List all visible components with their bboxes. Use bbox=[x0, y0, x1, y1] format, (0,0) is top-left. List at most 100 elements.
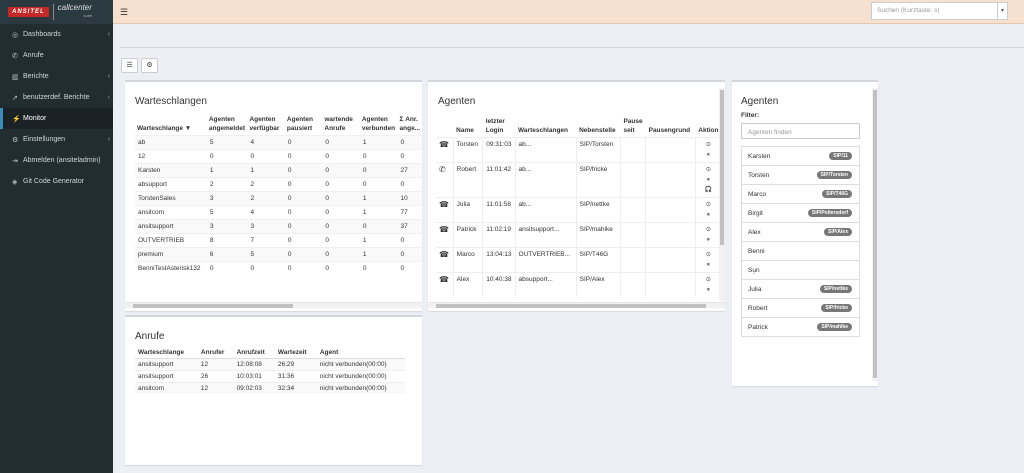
search-input[interactable]: Suchen (Kurztaste: s) ▾ bbox=[871, 2, 1008, 20]
agent-pause-since bbox=[620, 161, 647, 197]
table-cell: 0 bbox=[397, 134, 422, 149]
filter-sort-icon[interactable]: ▼ bbox=[183, 125, 191, 132]
column-header[interactable]: Warteschlange bbox=[135, 347, 198, 359]
sidebar-item-label: Abmelden (ansiteladmin) bbox=[23, 157, 101, 164]
table-row[interactable]: ansitcom 12 09:02:03 32:34 nicht verbunden(0… bbox=[135, 382, 405, 394]
monitor-icon[interactable]: ⊙ bbox=[699, 225, 718, 235]
column-header[interactable]: Agenten pausiert bbox=[285, 111, 322, 135]
agent-extension: SIP/fricke bbox=[576, 161, 621, 197]
agent-row[interactable]: ☎ Marco 13:04:13 OUTVERTRIEB... SIP/T46G ⊙ ⏸ bbox=[436, 246, 723, 272]
table-row[interactable]: ansitsupport 12 12:08:08 26:29 nicht verbund… bbox=[135, 358, 405, 371]
pause-icon[interactable]: ⏸ bbox=[699, 150, 718, 160]
sidebar-item-abmelden-ansiteladmin[interactable]: ⇥ Abmelden (ansiteladmin) bbox=[0, 150, 113, 171]
agent-filter-input[interactable]: Agenten finden bbox=[741, 123, 860, 139]
column-header[interactable] bbox=[436, 111, 453, 137]
list-icon: ☰ bbox=[126, 62, 133, 69]
table-cell: 12 bbox=[197, 382, 234, 394]
table-row[interactable]: Karsten 1 1 0 0 0 27 bbox=[135, 162, 422, 177]
agent-row[interactable]: ☎ Torsten 09:31:03 ab... SIP/Torsten ⊙ ⏸ bbox=[436, 136, 723, 162]
table-row[interactable]: ansitsupport 26 10:03:01 31:36 nicht verbund… bbox=[135, 370, 405, 383]
table-row[interactable]: ansitsupport 3 3 0 0 0 37 bbox=[135, 218, 422, 233]
horizontal-scrollbar[interactable] bbox=[428, 302, 725, 308]
table-row[interactable]: BenniTestAsterisk132 0 0 0 0 0 0 bbox=[135, 260, 422, 275]
sidebar-item-git-code-generator[interactable]: ◈ Git Code Generator bbox=[0, 171, 113, 192]
column-header[interactable]: Pausengrund bbox=[646, 111, 696, 137]
pause-icon[interactable]: ⏸ bbox=[699, 235, 718, 245]
search-dropdown-icon[interactable]: ▾ bbox=[997, 3, 1007, 19]
scrollbar-thumb[interactable] bbox=[873, 90, 877, 378]
sidebar-item-benutzerdef-berichte[interactable]: ↗ benutzerdef. Berichte ‹ bbox=[0, 87, 113, 108]
agent-list-item[interactable]: Birgit SIP/Poltersdorf bbox=[741, 203, 860, 223]
agent-extension: SIP/Torsten bbox=[576, 136, 621, 162]
table-row[interactable]: 12 0 0 0 0 0 0 bbox=[135, 148, 422, 163]
column-header[interactable]: Warteschlange ▼ bbox=[135, 111, 207, 135]
agent-row[interactable]: ☎ Julia 11:01:58 ab... SIP/nettke ⊙ ⏸ bbox=[436, 196, 723, 222]
search-placeholder: Suchen (Kurztaste: s) bbox=[877, 7, 940, 14]
monitor-icon[interactable]: ⊙ bbox=[699, 275, 718, 285]
table-row[interactable]: ab 5 4 0 0 1 0 bbox=[135, 134, 422, 149]
pause-icon[interactable]: ⏸ bbox=[699, 210, 718, 220]
column-header[interactable]: Anrufer bbox=[197, 347, 234, 359]
logo-ansitel: ANSITEL bbox=[8, 7, 49, 17]
column-header[interactable]: wartende Anrufe bbox=[322, 111, 359, 135]
column-header[interactable]: Agent bbox=[316, 347, 405, 359]
monitor-icon[interactable]: ⊙ bbox=[699, 250, 718, 260]
sidebar-item-dashboards[interactable]: ◎ Dashboards ‹ bbox=[0, 24, 113, 45]
column-header[interactable]: Anrufzeit bbox=[233, 347, 275, 359]
vertical-scrollbar[interactable] bbox=[719, 88, 725, 301]
column-header[interactable]: Warteschlangen bbox=[515, 111, 576, 137]
sidebar-item-monitor[interactable]: ⚡ Monitor bbox=[0, 108, 113, 129]
brand-logo[interactable]: ANSITEL callcenter suite bbox=[0, 0, 113, 24]
column-header[interactable]: Wartezeit bbox=[274, 347, 317, 359]
agent-list-item[interactable]: Benni bbox=[741, 241, 860, 261]
table-row[interactable]: TorstenSales 3 2 0 0 1 10 bbox=[135, 190, 422, 205]
table-cell: 32:34 bbox=[274, 382, 317, 394]
table-row[interactable]: premium 6 5 0 0 1 0 bbox=[135, 246, 422, 261]
column-header[interactable]: Name bbox=[453, 111, 483, 137]
agent-list-item[interactable]: Karsten SIP/11 bbox=[741, 146, 860, 166]
agent-list-item[interactable]: Alex SIP/Alex bbox=[741, 222, 860, 242]
column-header[interactable]: Aktion bbox=[695, 111, 721, 137]
agent-list-item[interactable]: Marco SIP/T46G bbox=[741, 184, 860, 204]
hamburger-menu-icon[interactable]: ☰ bbox=[120, 7, 128, 18]
table-cell: 0 bbox=[397, 260, 422, 275]
table-row[interactable]: absupport 2 2 0 0 0 0 bbox=[135, 176, 422, 191]
agent-row[interactable]: ✆ Robert 11:01:42 ab... SIP/fricke ⊙ ⏸ 🎧 bbox=[436, 161, 723, 197]
agent-list-item[interactable]: Sṳn bbox=[741, 260, 860, 280]
agent-list-item[interactable]: Torsten SIP/Torsten bbox=[741, 165, 860, 185]
sidebar-item-anrufe[interactable]: ✆ Anrufe bbox=[0, 45, 113, 66]
table-row[interactable]: ansitcom 5 4 0 0 1 77 bbox=[135, 204, 422, 219]
column-header[interactable]: letzter Login bbox=[483, 111, 515, 137]
agent-row[interactable]: ☎ Patrick 11:02:19 ansitsupport... SIP/mahlk… bbox=[436, 221, 723, 247]
agent-list-item[interactable]: Patrick SIP/mahlke bbox=[741, 317, 860, 337]
agent-row[interactable]: ☎ Alex 10:40:38 absupport... SIP/Alex ⊙ ⏸ bbox=[436, 271, 723, 297]
vertical-scrollbar[interactable] bbox=[872, 88, 878, 381]
column-header[interactable]: Σ Anr. ange... bbox=[398, 111, 422, 135]
monitor-icon[interactable]: ⊙ bbox=[699, 200, 718, 210]
pause-icon[interactable]: ⏸ bbox=[699, 285, 718, 295]
monitor-icon[interactable]: ⊙ bbox=[699, 165, 718, 175]
table-row[interactable]: OUTVERTRIEB 8 7 0 0 1 0 bbox=[135, 232, 422, 247]
settings-button[interactable]: ⚙ bbox=[141, 58, 158, 73]
column-header[interactable]: Agenten angemeldet bbox=[207, 111, 248, 135]
scrollbar-thumb[interactable] bbox=[436, 304, 706, 308]
column-header[interactable]: Agenten verbunden bbox=[360, 111, 398, 135]
list-view-button[interactable]: ☰ bbox=[121, 58, 138, 73]
horizontal-scrollbar[interactable] bbox=[125, 302, 422, 308]
monitor-icon[interactable]: ⊙ bbox=[699, 140, 718, 150]
phone-icon: ☎ bbox=[436, 196, 454, 222]
extension-badge: SIP/11 bbox=[829, 152, 852, 160]
scrollbar-thumb[interactable] bbox=[133, 304, 293, 308]
column-header[interactable]: Agenten verfügbar bbox=[247, 111, 284, 135]
sidebar-item-einstellungen[interactable]: ⚙ Einstellungen ‹ bbox=[0, 129, 113, 150]
pause-icon[interactable]: ⏸ bbox=[699, 260, 718, 270]
agent-list-item[interactable]: Robert SIP/fricke bbox=[741, 298, 860, 318]
column-header[interactable]: Pause seit bbox=[620, 111, 645, 137]
sidebar-item-berichte[interactable]: ▥ Berichte ‹ bbox=[0, 66, 113, 87]
scrollbar-thumb[interactable] bbox=[720, 90, 724, 245]
git-icon: ◈ bbox=[12, 178, 18, 186]
pause-icon[interactable]: ⏸ bbox=[699, 175, 718, 185]
column-header[interactable]: Nebenstelle bbox=[576, 111, 620, 137]
headset-icon[interactable]: 🎧 bbox=[699, 185, 718, 195]
agent-list-item[interactable]: Julia SIP/nettke bbox=[741, 279, 860, 299]
